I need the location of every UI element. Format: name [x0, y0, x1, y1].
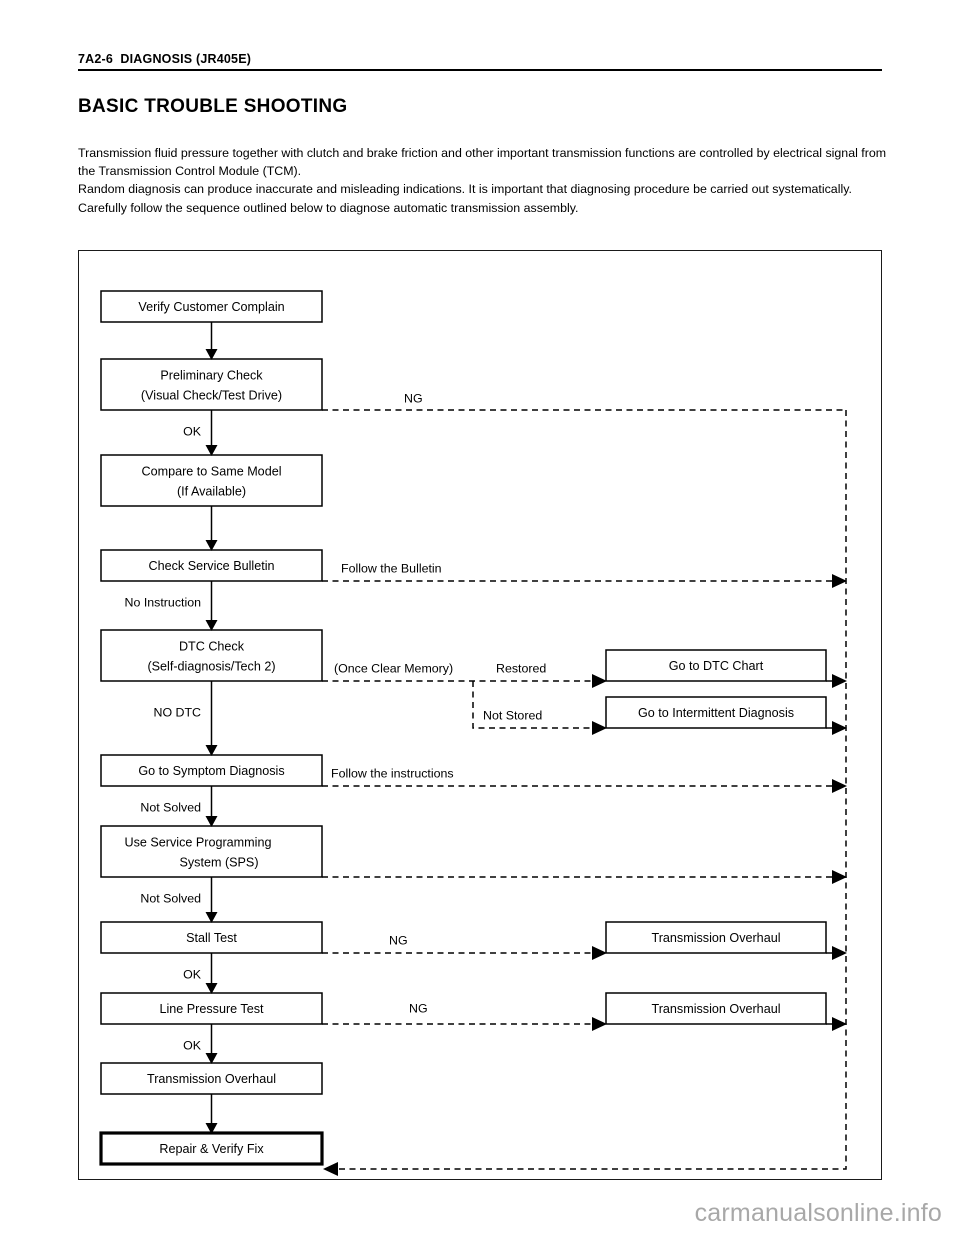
label-ng-preliminary: NG	[404, 391, 423, 405]
node-sps-label-2: System (SPS)	[179, 855, 258, 869]
branch-follow-instructions: Follow the instructions	[322, 766, 847, 793]
node-overhaul-line-label: Transmission Overhaul	[651, 1002, 780, 1016]
branch-dtc-restored: (Once Clear Memory) Restored	[322, 661, 607, 688]
return-bus-arrowhead	[323, 1162, 338, 1176]
node-intermittent-diagnosis: Go to Intermittent Diagnosis	[605, 696, 827, 729]
label-not-solved-2: Not Solved	[140, 891, 201, 905]
connector-intermittent-to-bus	[826, 721, 847, 735]
node-overhaul-main-label: Transmission Overhaul	[147, 1072, 276, 1086]
node-dtc-check-box	[100, 629, 323, 682]
node-bulletin-label: Check Service Bulletin	[149, 559, 275, 573]
node-symptom-diagnosis: Go to Symptom Diagnosis	[100, 754, 323, 787]
node-overhaul-stall: Transmission Overhaul	[605, 921, 827, 954]
label-ok-preliminary: OK	[183, 424, 202, 438]
label-ng-line-pressure: NG	[409, 1001, 428, 1015]
node-intermittent-diagnosis-label: Go to Intermittent Diagnosis	[638, 706, 794, 720]
node-dtc-check-label-1: DTC Check	[179, 639, 245, 653]
node-compare-label-1: Compare to Same Model	[142, 464, 282, 478]
node-stall-test: Stall Test	[100, 921, 323, 954]
intro-paragraph-1: Transmission fluid pressure together wit…	[78, 146, 887, 179]
node-dtc-check: DTC Check (Self-diagnosis/Tech 2)	[100, 629, 323, 682]
connector-overhaul-stall-to-bus	[826, 946, 847, 960]
intro-paragraph-3: Carefully follow the sequence outlined b…	[78, 200, 579, 215]
node-dtc-check-label-2: (Self-diagnosis/Tech 2)	[147, 659, 275, 673]
node-sps-label-1: Use Service Programming	[125, 835, 272, 849]
label-no-dtc: NO DTC	[154, 705, 202, 719]
branch-stall-ng: NG	[322, 933, 607, 960]
connector-sps-to-stall	[205, 877, 218, 923]
connector-overhaul-to-repair	[205, 1094, 218, 1134]
node-preliminary: Preliminary Check (Visual Check/Test Dri…	[100, 358, 323, 411]
connector-verify-to-preliminary	[205, 322, 218, 360]
node-verify-label: Verify Customer Complain	[138, 300, 284, 314]
node-overhaul-stall-label: Transmission Overhaul	[651, 931, 780, 945]
node-compare-box	[100, 454, 323, 507]
node-preliminary-box	[100, 358, 323, 411]
node-overhaul-line: Transmission Overhaul	[605, 992, 827, 1025]
node-stall-test-label: Stall Test	[186, 931, 237, 945]
label-follow-instructions: Follow the instructions	[331, 766, 454, 780]
site-watermark: carmanualsonline.info	[694, 1199, 942, 1227]
connector-dtc-chart-to-bus	[826, 674, 847, 688]
connector-overhaul-line-to-bus	[826, 1017, 847, 1031]
node-line-pressure-test: Line Pressure Test	[100, 992, 323, 1025]
connector-dtc-check-to-symptom	[205, 681, 218, 756]
node-sps: Use Service Programming System (SPS)	[100, 825, 323, 878]
running-header: 7A2-6 DIAGNOSIS (JR405E)	[78, 52, 882, 71]
connector-stall-to-line-pressure	[205, 953, 218, 994]
return-bus-line	[323, 410, 847, 1176]
node-repair-verify-fix-label: Repair & Verify Fix	[159, 1142, 264, 1156]
intro-paragraph-2: Random diagnosis can produce inaccurate …	[78, 182, 852, 197]
node-compare: Compare to Same Model (If Available)	[100, 454, 323, 507]
label-ok-line-pressure: OK	[183, 1038, 202, 1052]
node-preliminary-label-2: (Visual Check/Test Drive)	[141, 388, 282, 402]
page-title: BASIC TROUBLE SHOOTING	[78, 96, 348, 117]
label-not-stored: Not Stored	[483, 708, 542, 722]
label-no-instruction: No Instruction	[125, 595, 202, 609]
troubleshooting-flowchart-frame: Verify Customer Complain Preliminary Che…	[78, 250, 882, 1180]
connector-line-pressure-to-overhaul	[205, 1024, 218, 1064]
branch-sps-to-bus	[322, 870, 847, 884]
node-sps-box	[100, 825, 323, 878]
label-not-solved-1: Not Solved	[140, 800, 201, 814]
node-compare-label-2: (If Available)	[177, 484, 246, 498]
node-symptom-diagnosis-label: Go to Symptom Diagnosis	[138, 764, 284, 778]
header-rule	[78, 69, 882, 71]
node-repair-verify-fix: Repair & Verify Fix	[99, 1131, 324, 1166]
connector-symptom-to-sps	[205, 786, 218, 827]
branch-dtc-not-stored: Not Stored	[472, 681, 607, 735]
node-dtc-chart-label: Go to DTC Chart	[669, 659, 764, 673]
branch-follow-bulletin: Follow the Bulletin	[322, 561, 847, 588]
intro-body: Transmission fluid pressure together wit…	[78, 144, 890, 217]
connector-preliminary-to-compare	[205, 410, 218, 456]
node-bulletin: Check Service Bulletin	[100, 549, 323, 582]
label-follow-bulletin: Follow the Bulletin	[341, 561, 442, 575]
label-once-clear-memory: (Once Clear Memory)	[334, 661, 453, 675]
node-preliminary-label-1: Preliminary Check	[160, 368, 263, 382]
branch-preliminary-ng: NG	[322, 391, 846, 411]
node-dtc-chart: Go to DTC Chart	[605, 649, 827, 682]
running-head-text: 7A2-6 DIAGNOSIS (JR405E)	[78, 52, 252, 66]
connector-bulletin-to-dtc-check	[205, 581, 218, 631]
label-ok-stall: OK	[183, 967, 202, 981]
label-ng-stall: NG	[389, 933, 408, 947]
document-page: 7A2-6 DIAGNOSIS (JR405E) BASIC TROUBLE S…	[0, 0, 960, 1242]
label-restored: Restored	[496, 661, 546, 675]
troubleshooting-flowchart: Verify Customer Complain Preliminary Che…	[99, 290, 847, 1176]
node-overhaul-main: Transmission Overhaul	[100, 1062, 323, 1095]
branch-line-pressure-ng: NG	[322, 1001, 607, 1031]
connector-compare-to-bulletin	[205, 506, 218, 551]
node-line-pressure-test-label: Line Pressure Test	[159, 1002, 264, 1016]
node-verify: Verify Customer Complain	[100, 290, 323, 323]
